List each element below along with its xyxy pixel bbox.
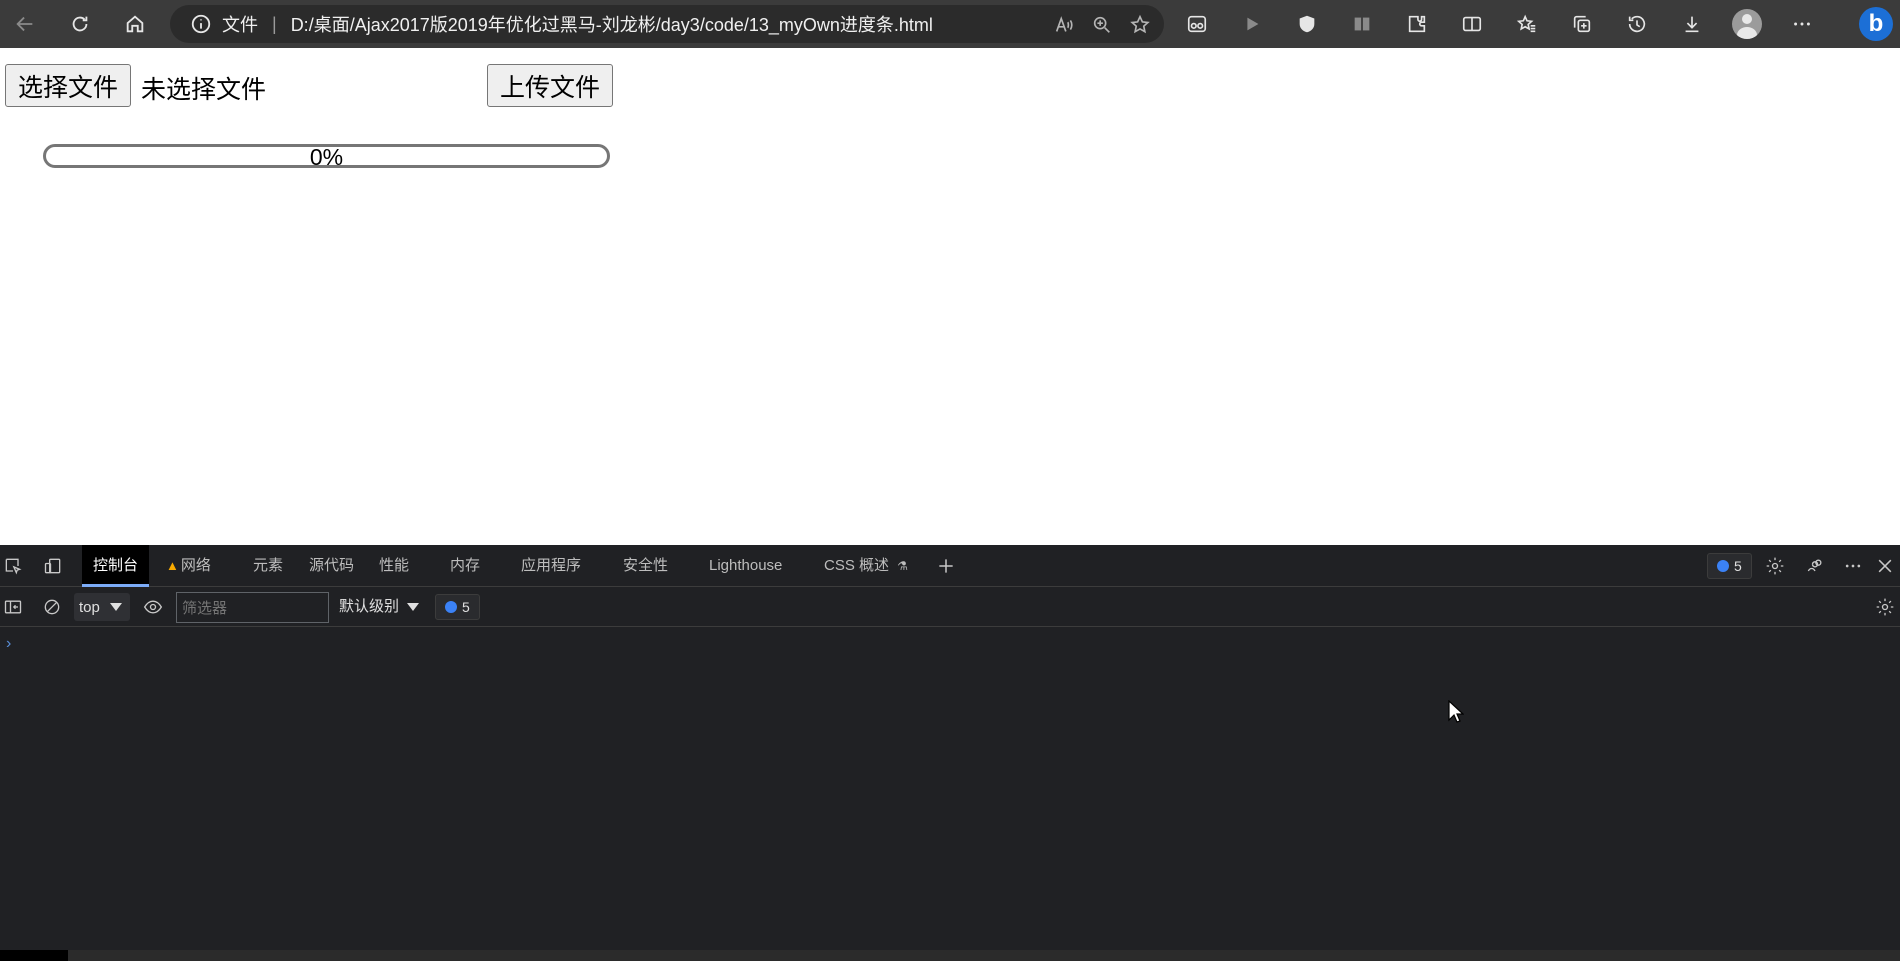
experiment-flask-icon: ⚗ [897, 559, 908, 573]
zoom-icon[interactable] [1090, 13, 1114, 37]
devtools-more-icon[interactable] [1840, 553, 1866, 579]
add-tab-icon[interactable] [933, 553, 959, 579]
tab-lighthouse[interactable]: Lighthouse [709, 545, 782, 587]
more-icon[interactable] [1783, 5, 1821, 43]
close-devtools-icon[interactable] [1872, 553, 1898, 579]
inspect-element-icon[interactable] [0, 553, 26, 579]
address-separator: | [272, 13, 277, 34]
tab-console[interactable]: 控制台 [82, 545, 150, 587]
message-count-badge[interactable]: 5 [435, 594, 480, 620]
choose-file-button[interactable]: 选择文件 [5, 64, 132, 107]
tab-performance[interactable]: 性能 [379, 545, 409, 587]
address-url[interactable]: D:/桌面/Ajax2017版2019年优化过黑马-刘龙彬/day3/code/… [291, 11, 933, 37]
reading-glasses-icon[interactable] [1178, 5, 1216, 43]
tab-sources[interactable]: 源代码 [309, 545, 354, 587]
tab-memory[interactable]: 内存 [450, 545, 480, 587]
devtools-tab-bar: 控制台 ▲ 网络 元素 源代码 性能 内存 应用程序 安全性 Lighthouse… [0, 545, 1900, 587]
customize-icon[interactable] [1802, 553, 1828, 579]
file-status-text: 未选择文件 [141, 75, 267, 104]
upload-button[interactable]: 上传文件 [487, 64, 614, 107]
extensions-icon[interactable] [1398, 5, 1436, 43]
log-level-select[interactable]: 默认级别 [339, 587, 420, 627]
info-icon[interactable] [190, 13, 212, 35]
back-icon[interactable] [6, 5, 44, 43]
play-icon[interactable] [1233, 5, 1271, 43]
context-select[interactable]: top [74, 593, 130, 621]
split-screen-icon[interactable] [1453, 5, 1491, 43]
tab-network[interactable]: ▲ 网络 [166, 545, 211, 587]
collections-icon[interactable] [1563, 5, 1601, 43]
context-select-value: top [79, 598, 100, 616]
console-prompt[interactable]: › [6, 635, 11, 653]
filter-input[interactable] [176, 592, 329, 623]
chevron-down-icon [110, 603, 122, 611]
warning-icon: ▲ [166, 558, 179, 573]
home-icon[interactable] [116, 5, 154, 43]
shield-icon[interactable] [1288, 5, 1326, 43]
settings-gear-icon[interactable] [1762, 553, 1788, 579]
clear-console-icon[interactable] [39, 594, 65, 620]
console-toolbar: top 默认级别 5 [0, 587, 1900, 627]
devtools-panel: 控制台 ▲ 网络 元素 源代码 性能 内存 应用程序 安全性 Lighthouse… [0, 545, 1900, 961]
history-icon[interactable] [1618, 5, 1656, 43]
progress-text: 0% [309, 144, 344, 168]
issues-badge[interactable]: 5 [1707, 553, 1752, 579]
read-aloud-icon[interactable] [1052, 13, 1076, 37]
browser-toolbar: 文件 | D:/桌面/Ajax2017版2019年优化过黑马-刘龙彬/day3/… [0, 0, 1900, 48]
tab-application[interactable]: 应用程序 [521, 545, 581, 587]
console-settings-icon[interactable] [1872, 594, 1898, 620]
toolbar-right-group [1178, 5, 1821, 43]
message-count: 5 [462, 599, 470, 615]
log-level-value: 默认级别 [339, 598, 400, 615]
favorites-icon[interactable] [1508, 5, 1546, 43]
bing-chat-icon[interactable]: b [1852, 0, 1900, 48]
message-icon [1717, 560, 1729, 572]
issues-count: 5 [1734, 558, 1742, 574]
device-toolbar-icon[interactable] [40, 553, 66, 579]
page-content: 选择文件 未选择文件 上传文件 0% [0, 48, 1900, 545]
reader-icon[interactable] [1343, 5, 1381, 43]
tab-css-overview[interactable]: CSS 概述 ⚗ [824, 545, 908, 587]
address-scheme-label: 文件 [222, 15, 258, 35]
message-icon [445, 601, 457, 613]
tab-network-label: 网络 [180, 557, 211, 574]
add-favorite-icon[interactable] [1128, 13, 1152, 37]
tab-security[interactable]: 安全性 [623, 545, 668, 587]
sidebar-toggle-icon[interactable] [0, 594, 26, 620]
mouse-cursor-icon [1448, 700, 1464, 723]
taskbar-strip [0, 950, 1900, 961]
profile-avatar[interactable] [1728, 5, 1766, 43]
progress-bar: 0% [43, 144, 610, 168]
refresh-icon[interactable] [61, 5, 99, 43]
tab-elements[interactable]: 元素 [253, 545, 283, 587]
download-icon[interactable] [1673, 5, 1711, 43]
address-bar[interactable]: 文件 | D:/桌面/Ajax2017版2019年优化过黑马-刘龙彬/day3/… [170, 5, 1164, 43]
chevron-down-icon [407, 603, 420, 612]
live-expression-eye-icon[interactable] [140, 594, 166, 620]
tab-css-overview-label: CSS 概述 [824, 557, 890, 574]
